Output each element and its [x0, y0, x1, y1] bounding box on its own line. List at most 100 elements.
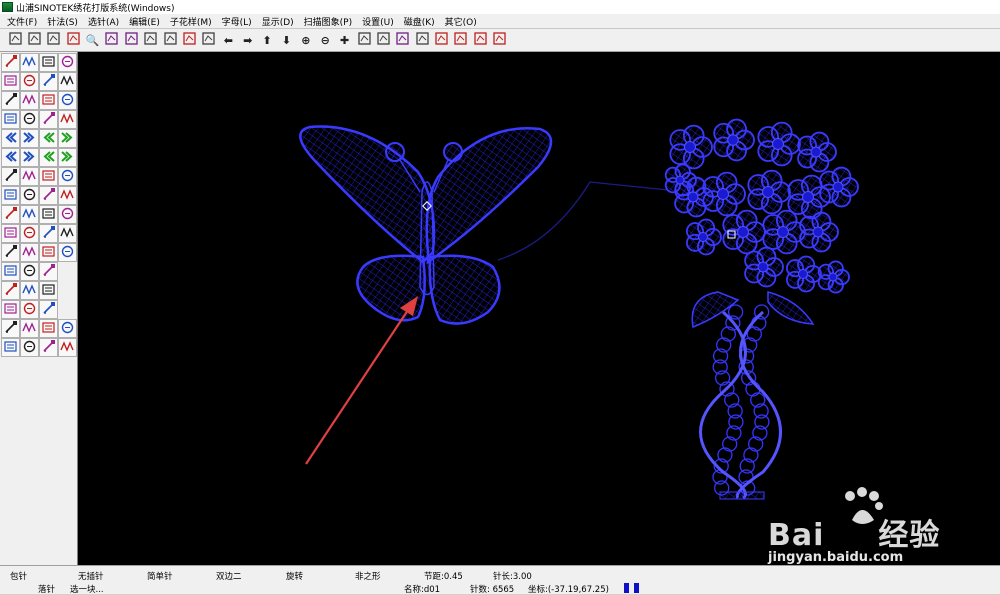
- tool-button[interactable]: [58, 338, 77, 357]
- tool-button[interactable]: [39, 300, 58, 319]
- tool-button[interactable]: [20, 186, 39, 205]
- tool-button[interactable]: [20, 148, 39, 167]
- tool-button[interactable]: [1, 243, 20, 262]
- tool-button[interactable]: [39, 338, 58, 357]
- tool-button[interactable]: [20, 53, 39, 72]
- tool-button[interactable]: [39, 110, 58, 129]
- tool-button[interactable]: [39, 72, 58, 91]
- tool-button[interactable]: [20, 167, 39, 186]
- arrow-down-button[interactable]: ⬇: [277, 31, 295, 49]
- butterfly-design[interactable]: [299, 125, 553, 325]
- tool-button[interactable]: [1, 224, 20, 243]
- tool-button[interactable]: [1, 281, 20, 300]
- menu-item[interactable]: 子花样(M): [165, 15, 217, 28]
- tool-button[interactable]: [39, 319, 58, 338]
- grid-pattern-button[interactable]: [200, 31, 218, 49]
- measure-button[interactable]: [355, 31, 373, 49]
- tool-button[interactable]: [20, 91, 39, 110]
- menu-item[interactable]: 字母(L): [217, 15, 257, 28]
- arrow-up-button[interactable]: ⬆: [258, 31, 276, 49]
- tool-button[interactable]: [20, 129, 39, 148]
- tool-button[interactable]: [1, 129, 20, 148]
- tool-button[interactable]: [20, 205, 39, 224]
- menu-item[interactable]: 针法(S): [42, 15, 83, 28]
- tool-button[interactable]: [39, 91, 58, 110]
- curve-button[interactable]: [161, 31, 179, 49]
- tool-button[interactable]: [58, 91, 77, 110]
- stitch-pattern-button[interactable]: [142, 31, 160, 49]
- monitor-button[interactable]: [103, 31, 121, 49]
- tool-button[interactable]: [39, 205, 58, 224]
- menu-item[interactable]: 其它(O): [440, 15, 482, 28]
- arrow-right-button[interactable]: ➡: [239, 31, 257, 49]
- flower-red-button[interactable]: [181, 31, 199, 49]
- flower-bouquet-design[interactable]: [664, 118, 859, 500]
- tool-button[interactable]: [20, 300, 39, 319]
- tool-button[interactable]: [1, 205, 20, 224]
- tool-button[interactable]: [39, 186, 58, 205]
- monitor-button[interactable]: [122, 31, 140, 49]
- menu-item[interactable]: 文件(F): [2, 15, 42, 28]
- tool-button[interactable]: [20, 243, 39, 262]
- tool-button[interactable]: [1, 91, 20, 110]
- tool-button[interactable]: [1, 338, 20, 357]
- tool-button[interactable]: [20, 281, 39, 300]
- tool-button[interactable]: [20, 262, 39, 281]
- tool-button[interactable]: [1, 110, 20, 129]
- zoom-out-button[interactable]: ⊖: [316, 31, 334, 49]
- tool-button[interactable]: [58, 205, 77, 224]
- menu-item[interactable]: 扫描图象(P): [299, 15, 357, 28]
- menu-item[interactable]: 显示(D): [257, 15, 299, 28]
- tool-button[interactable]: [20, 72, 39, 91]
- tool-button[interactable]: [20, 110, 39, 129]
- tool-button[interactable]: [58, 53, 77, 72]
- tool-button[interactable]: [1, 53, 20, 72]
- layers-button[interactable]: [394, 31, 412, 49]
- stitch-red-button[interactable]: [433, 31, 451, 49]
- undo-button[interactable]: [452, 31, 470, 49]
- tool-button[interactable]: [58, 110, 77, 129]
- tool-button[interactable]: [58, 72, 77, 91]
- tool-button[interactable]: [20, 338, 39, 357]
- menu-item[interactable]: 选针(A): [83, 15, 124, 28]
- menu-item[interactable]: 设置(U): [357, 15, 399, 28]
- tool-button[interactable]: [39, 167, 58, 186]
- tool-button[interactable]: [39, 262, 58, 281]
- tool-button[interactable]: [39, 224, 58, 243]
- undo-all-button[interactable]: [471, 31, 489, 49]
- scale-3d-button[interactable]: [374, 31, 392, 49]
- arrow-left-button[interactable]: ⬅: [219, 31, 237, 49]
- flower-pattern-button[interactable]: [64, 31, 82, 49]
- open-folder-button[interactable]: [25, 31, 43, 49]
- cross-plus-button[interactable]: ✚: [336, 31, 354, 49]
- tool-button[interactable]: [58, 243, 77, 262]
- tool-button[interactable]: [58, 129, 77, 148]
- tool-button[interactable]: [1, 186, 20, 205]
- new-file-button[interactable]: [6, 31, 24, 49]
- tool-button[interactable]: [1, 262, 20, 281]
- tool-button[interactable]: [39, 53, 58, 72]
- tool-button[interactable]: [1, 167, 20, 186]
- tool-button[interactable]: [58, 319, 77, 338]
- tool-button[interactable]: [1, 300, 20, 319]
- zoom-in-button[interactable]: ⊕: [297, 31, 315, 49]
- redo-button[interactable]: [491, 31, 509, 49]
- tool-button[interactable]: [39, 148, 58, 167]
- search-button[interactable]: 🔍: [84, 31, 102, 49]
- tool-button[interactable]: [1, 319, 20, 338]
- tool-button[interactable]: [20, 319, 39, 338]
- tool-button[interactable]: [58, 167, 77, 186]
- save-button[interactable]: [45, 31, 63, 49]
- menu-item[interactable]: 编辑(E): [124, 15, 165, 28]
- tool-button[interactable]: [39, 243, 58, 262]
- tool-button[interactable]: [20, 224, 39, 243]
- tool-button[interactable]: [1, 72, 20, 91]
- tool-button[interactable]: [58, 224, 77, 243]
- stitch-needle-button[interactable]: [413, 31, 431, 49]
- tool-button[interactable]: [1, 148, 20, 167]
- tool-button[interactable]: [58, 186, 77, 205]
- tool-button[interactable]: [39, 129, 58, 148]
- tool-button[interactable]: [58, 148, 77, 167]
- menu-item[interactable]: 磁盘(K): [399, 15, 440, 28]
- tool-button[interactable]: [39, 281, 58, 300]
